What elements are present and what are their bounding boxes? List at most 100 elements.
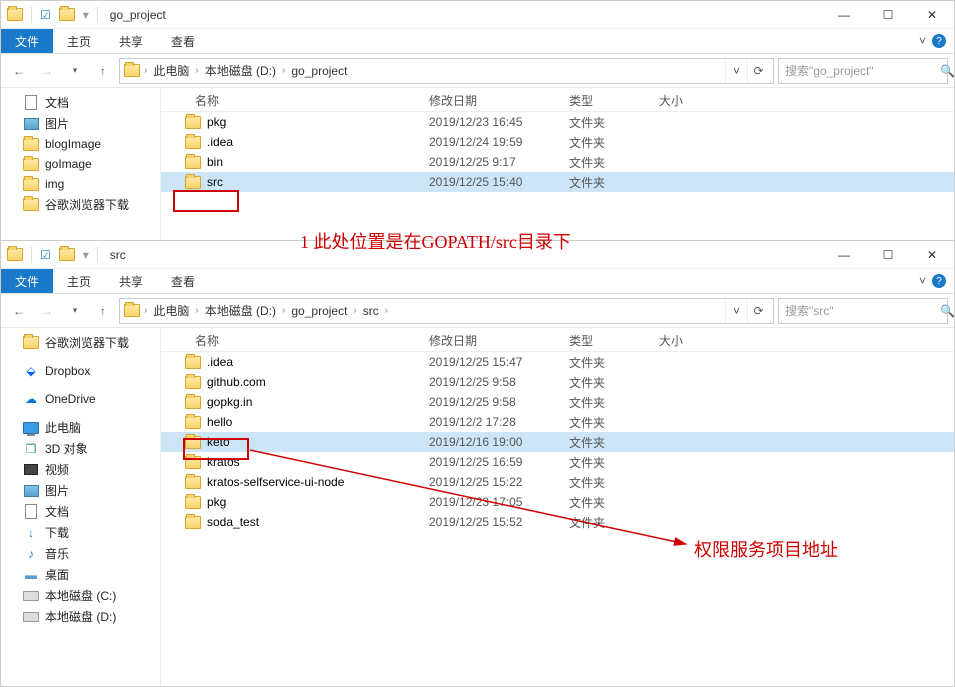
breadcrumb[interactable]: 此电脑 [149,302,193,319]
tab-home[interactable]: 主页 [53,29,105,53]
forward-button[interactable]: → [35,299,59,323]
tree-item[interactable]: 视频 [1,459,160,480]
help-icon[interactable]: ? [932,274,946,288]
tab-file[interactable]: 文件 [1,29,53,53]
col-size[interactable]: 大小 [651,88,721,111]
tab-home[interactable]: 主页 [53,269,105,293]
column-headers[interactable]: 名称 修改日期 类型 大小 [161,328,954,352]
col-date[interactable]: 修改日期 [421,88,561,111]
tab-view[interactable]: 查看 [157,269,209,293]
history-dropdown[interactable]: ▾ [63,59,87,83]
table-row[interactable]: soda_test2019/12/25 15:52文件夹 [161,512,954,532]
chevron-icon[interactable]: › [282,305,285,316]
qat-overflow[interactable]: ▾ [83,8,89,22]
folder-qat-icon[interactable] [59,8,75,21]
chevron-icon[interactable]: › [282,65,285,76]
minimize-button[interactable]: — [822,241,866,269]
tab-share[interactable]: 共享 [105,29,157,53]
table-row[interactable]: .idea2019/12/25 15:47文件夹 [161,352,954,372]
address-bar[interactable]: › 此电脑 › 本地磁盘 (D:) › go_project › src › ˅… [119,298,774,324]
search-input[interactable] [785,304,940,318]
col-size[interactable]: 大小 [651,328,721,351]
qat-checkbox-icon[interactable]: ☑ [40,8,51,22]
chevron-icon[interactable]: › [195,305,198,316]
breadcrumb[interactable]: 本地磁盘 (D:) [201,62,280,79]
breadcrumb[interactable]: 本地磁盘 (D:) [201,302,280,319]
tree-item[interactable]: blogImage [1,134,160,154]
search-icon[interactable]: 🔍 [940,304,955,318]
tree-item[interactable]: img [1,174,160,194]
tree-item[interactable]: 文档 [1,501,160,522]
tab-share[interactable]: 共享 [105,269,157,293]
table-row[interactable]: pkg2019/12/23 17:05文件夹 [161,492,954,512]
table-row[interactable]: kratos2019/12/25 16:59文件夹 [161,452,954,472]
breadcrumb[interactable]: go_project [287,64,351,78]
tree-item[interactable]: ↓下载 [1,522,160,543]
folder-qat-icon[interactable] [59,248,75,261]
qat-checkbox-icon[interactable]: ☑ [40,248,51,262]
back-button[interactable]: ← [7,299,31,323]
address-dropdown[interactable]: ˅ [725,299,747,323]
tree-item[interactable]: 此电脑 [1,417,160,438]
up-button[interactable]: ↑ [91,59,115,83]
address-bar[interactable]: › 此电脑 › 本地磁盘 (D:) › go_project ˅ ⟳ [119,58,774,84]
table-row[interactable]: pkg2019/12/23 16:45文件夹 [161,112,954,132]
column-headers[interactable]: 名称 修改日期 类型 大小 [161,88,954,112]
table-row[interactable]: src2019/12/25 15:40文件夹 [161,172,954,192]
maximize-button[interactable]: ☐ [866,241,910,269]
chevron-icon[interactable]: › [353,305,356,316]
tree-item[interactable]: 谷歌浏览器下载 [1,332,160,353]
tree-item[interactable]: ☁OneDrive [1,389,160,409]
refresh-button[interactable]: ⟳ [747,299,769,323]
tree-item[interactable]: 图片 [1,113,160,134]
tree-item[interactable]: ▬桌面 [1,564,160,585]
refresh-button[interactable]: ⟳ [747,59,769,83]
minimize-button[interactable]: — [822,1,866,29]
ribbon-expand-icon[interactable]: ˅ [919,274,926,288]
tree-item[interactable]: 谷歌浏览器下载 [1,194,160,215]
tree-item[interactable]: 文档 [1,92,160,113]
search-input[interactable] [785,64,940,78]
chevron-icon[interactable]: › [385,305,388,316]
col-type[interactable]: 类型 [561,88,651,111]
table-row[interactable]: keto2019/12/16 19:00文件夹 [161,432,954,452]
breadcrumb[interactable]: 此电脑 [149,62,193,79]
tab-view[interactable]: 查看 [157,29,209,53]
tree-item[interactable]: ♪音乐 [1,543,160,564]
tree-item[interactable]: ⬙Dropbox [1,361,160,381]
col-name[interactable]: 名称 [161,328,421,351]
col-name[interactable]: 名称 [161,88,421,111]
breadcrumb[interactable]: src [359,304,383,318]
up-button[interactable]: ↑ [91,299,115,323]
tree-item[interactable]: 本地磁盘 (D:) [1,606,160,627]
back-button[interactable]: ← [7,59,31,83]
breadcrumb[interactable]: go_project [287,304,351,318]
history-dropdown[interactable]: ▾ [63,299,87,323]
table-row[interactable]: hello2019/12/2 17:28文件夹 [161,412,954,432]
tree-item[interactable]: goImage [1,154,160,174]
tree-item[interactable]: 本地磁盘 (C:) [1,585,160,606]
chevron-icon[interactable]: › [144,65,147,76]
ribbon-expand-icon[interactable]: ˅ [919,34,926,48]
col-type[interactable]: 类型 [561,328,651,351]
search-box[interactable]: 🔍 [778,58,948,84]
tree-item[interactable]: 图片 [1,480,160,501]
forward-button[interactable]: → [35,59,59,83]
table-row[interactable]: .idea2019/12/24 19:59文件夹 [161,132,954,152]
close-button[interactable]: ✕ [910,241,954,269]
maximize-button[interactable]: ☐ [866,1,910,29]
close-button[interactable]: ✕ [910,1,954,29]
chevron-icon[interactable]: › [195,65,198,76]
table-row[interactable]: gopkg.in2019/12/25 9:58文件夹 [161,392,954,412]
table-row[interactable]: bin2019/12/25 9:17文件夹 [161,152,954,172]
address-dropdown[interactable]: ˅ [725,59,747,83]
col-date[interactable]: 修改日期 [421,328,561,351]
tab-file[interactable]: 文件 [1,269,53,293]
search-icon[interactable]: 🔍 [940,64,955,78]
tree-pane[interactable]: 谷歌浏览器下载 ⬙Dropbox ☁OneDrive 此电脑❒3D 对象视频图片文档↓… [1,328,161,686]
search-box[interactable]: 🔍 [778,298,948,324]
tree-item[interactable]: ❒3D 对象 [1,438,160,459]
help-icon[interactable]: ? [932,34,946,48]
table-row[interactable]: kratos-selfservice-ui-node2019/12/25 15:… [161,472,954,492]
table-row[interactable]: github.com2019/12/25 9:58文件夹 [161,372,954,392]
